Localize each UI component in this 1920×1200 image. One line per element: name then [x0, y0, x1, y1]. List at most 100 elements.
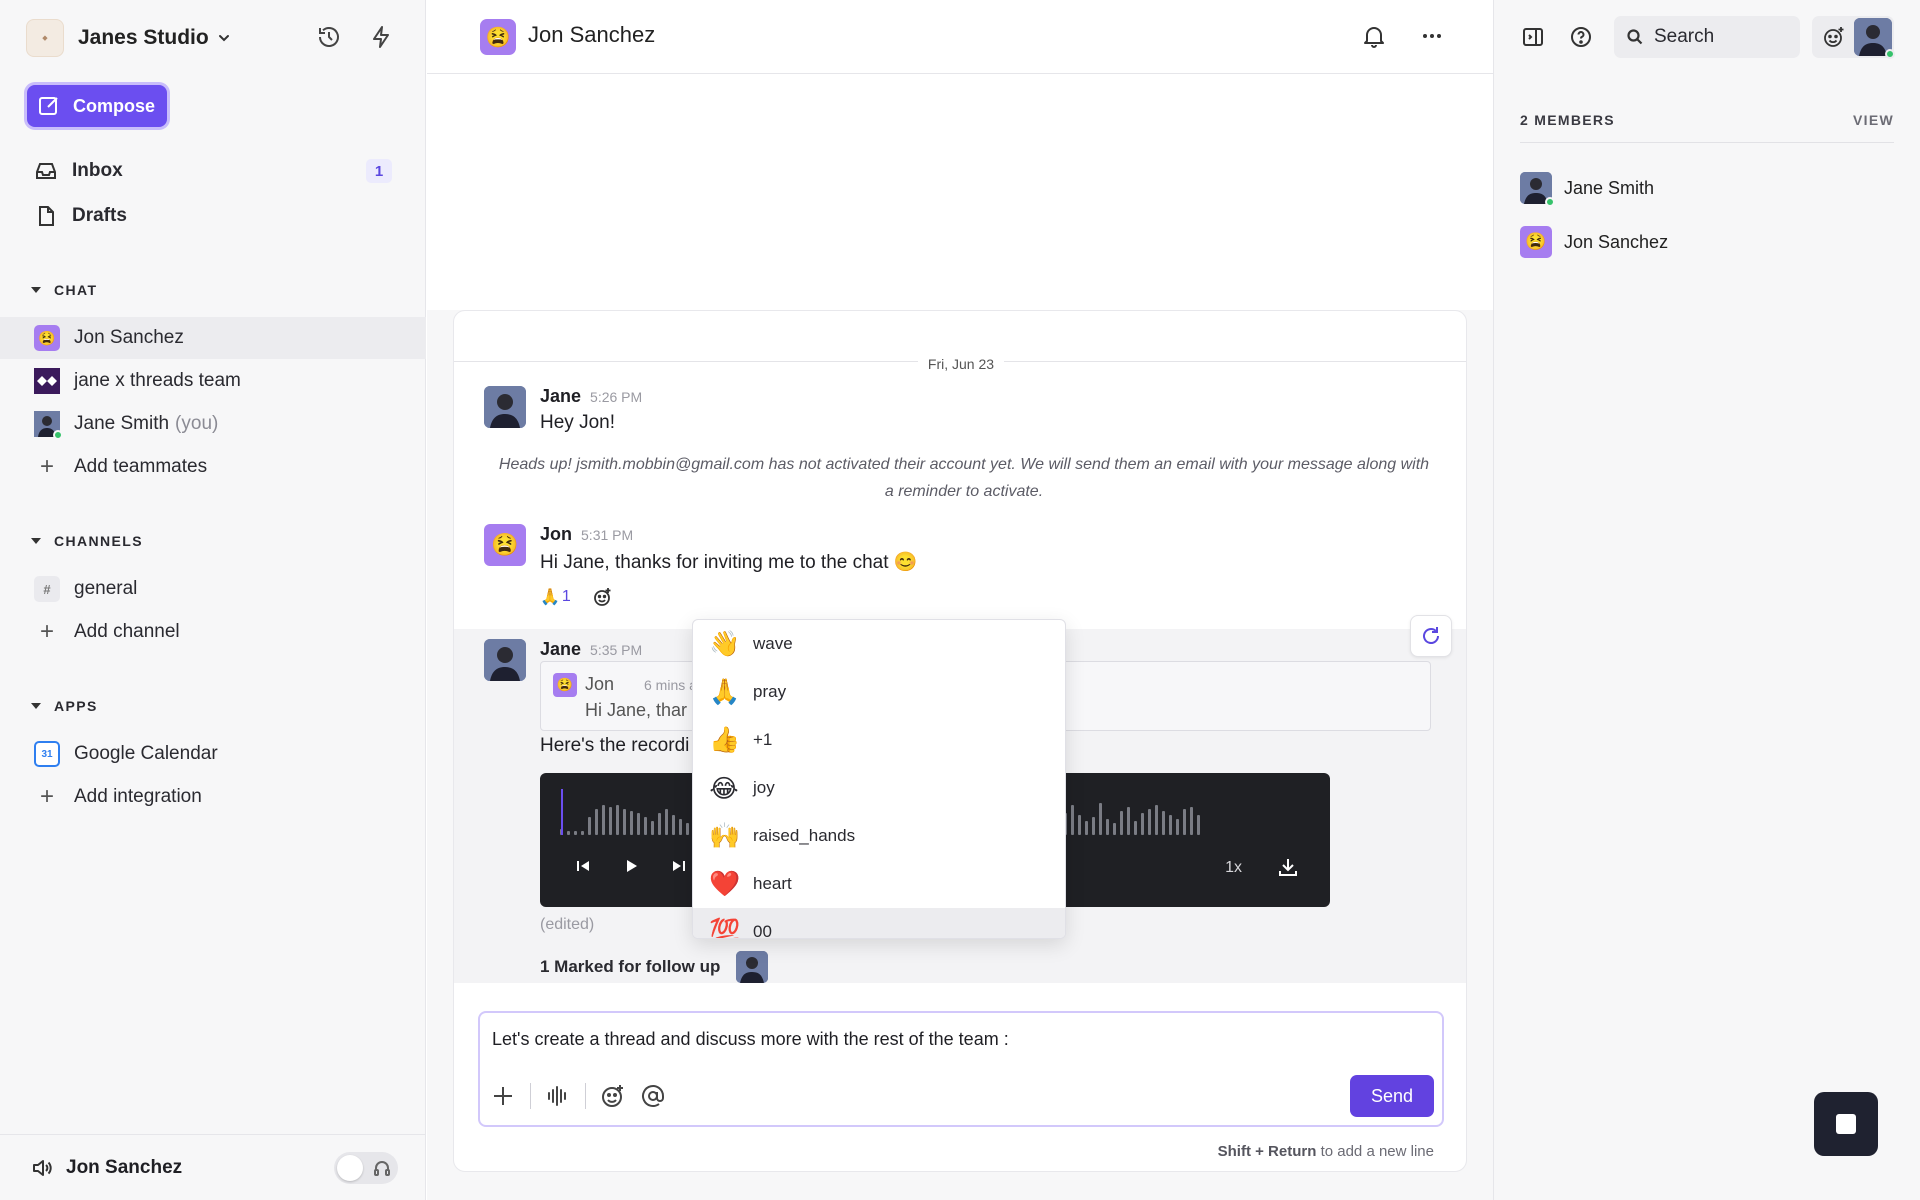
follow-up-indicator[interactable]: 1 Marked for follow up [540, 951, 769, 983]
document-icon [39, 206, 54, 226]
reaction-count: 1 [561, 588, 571, 605]
message-time: 5:35 PM [590, 642, 643, 658]
quote-text: Hi Jane, thar [585, 700, 688, 720]
add-integration-button[interactable]: + Add integration [0, 776, 426, 818]
emoji-option-raised-hands[interactable]: 🙌 raised_hands [693, 812, 1065, 860]
plus-icon: + [39, 783, 54, 810]
apps-section-header[interactable]: APPS [30, 698, 98, 714]
huddle-bar: Jon Sanchez [0, 1134, 426, 1200]
message-text: Hey Jon! [540, 412, 615, 433]
compose-button[interactable]: Compose [27, 85, 167, 127]
emoji-icon[interactable] [600, 1083, 626, 1109]
plus-icon: + [39, 618, 54, 645]
edited-label: (edited) [540, 916, 595, 933]
message-time: 5:31 PM [581, 527, 634, 543]
stop-recording-button[interactable] [1814, 1092, 1878, 1156]
workspace-name: Janes Studio [78, 26, 209, 49]
add-reaction-icon[interactable] [593, 587, 613, 607]
play-icon[interactable] [622, 857, 640, 875]
google-calendar-icon: 31 [34, 741, 60, 767]
channels-section-header[interactable]: CHANNELS [30, 533, 143, 549]
huddle-toggle[interactable] [334, 1151, 398, 1184]
headphones-icon [374, 1160, 390, 1176]
sidebar-item-team-thread[interactable]: jane x threads team [0, 360, 426, 402]
add-teammates-button[interactable]: + Add teammates [0, 446, 426, 488]
message-time: 5:26 PM [590, 389, 643, 405]
inbox-icon [36, 163, 56, 179]
view-members-link[interactable]: VIEW [1853, 112, 1894, 128]
workspace-switcher[interactable]: ◆ Janes Studio [26, 18, 231, 58]
sidebar-item-drafts[interactable]: Drafts [0, 195, 426, 237]
hash-icon: # [34, 576, 60, 602]
sidebar-item-general[interactable]: # general [0, 568, 426, 610]
refresh-icon [1423, 627, 1439, 644]
history-icon[interactable] [314, 22, 344, 52]
search-input[interactable]: Search [1614, 16, 1800, 58]
sidebar-item-google-calendar[interactable]: 31 Google Calendar [0, 733, 426, 775]
add-channel-button[interactable]: + Add channel [0, 611, 426, 653]
search-icon [1627, 29, 1643, 45]
member-jon-sanchez[interactable]: 😫 Jon Sanchez [1520, 226, 1668, 258]
speaker-icon [33, 1159, 52, 1176]
download-icon[interactable] [1276, 855, 1300, 879]
jane-avatar[interactable] [484, 386, 526, 428]
conversation-header: 😫 Jon Sanchez [427, 0, 1493, 74]
help-icon[interactable] [1566, 22, 1596, 52]
jon-avatar: 😫 [34, 325, 60, 351]
member-jane-smith[interactable]: Jane Smith [1520, 172, 1654, 207]
jane-avatar [736, 951, 769, 983]
reaction-emoji: 🙏 [540, 589, 560, 606]
online-indicator [53, 430, 63, 440]
add-emoji-status-icon [1824, 27, 1844, 47]
plus-icon: + [39, 453, 54, 480]
message-composer[interactable]: Let's create a thread and discuss more w… [478, 1011, 1444, 1127]
workspace-logo: ◆ [26, 19, 64, 57]
team-avatar [34, 368, 60, 394]
message-author[interactable]: Jane [540, 386, 581, 407]
date-label: Fri, Jun 23 [917, 356, 1005, 372]
more-options-icon[interactable] [1417, 21, 1447, 51]
send-button[interactable]: Send [1350, 1075, 1434, 1117]
bell-icon[interactable] [1359, 21, 1389, 51]
mention-icon[interactable] [640, 1083, 666, 1109]
conversation-title: Jon Sanchez [528, 22, 656, 47]
chevron-down-icon [218, 35, 229, 42]
quote-author: Jon [585, 674, 615, 694]
emoji-option-wave[interactable]: 👋 wave [693, 620, 1065, 668]
emoji-option-joy[interactable]: 😂 joy [693, 764, 1065, 812]
emoji-option-plus-one[interactable]: 👍 +1 [693, 716, 1065, 764]
emoji-option-pray[interactable]: 🙏 pray [693, 668, 1065, 716]
jane-avatar[interactable] [484, 639, 526, 681]
current-user-avatar[interactable] [1854, 18, 1895, 59]
chat-section-header[interactable]: CHAT [30, 282, 97, 298]
empty-area [427, 74, 1493, 310]
lightning-icon[interactable] [366, 22, 396, 52]
skip-back-icon[interactable] [574, 857, 592, 875]
emoji-option-hundred[interactable]: 💯 00 [693, 908, 1065, 938]
reaction-pill[interactable]: 🙏 1 [540, 587, 571, 607]
online-indicator [1545, 197, 1555, 207]
refresh-button[interactable] [1410, 615, 1452, 657]
caret-down-icon [31, 287, 41, 293]
message-author[interactable]: Jane [540, 639, 581, 660]
sidebar-item-jane-smith[interactable]: Jane Smith (you) [0, 403, 426, 445]
audio-wave-icon[interactable] [545, 1083, 571, 1109]
message-author[interactable]: Jon [540, 524, 572, 545]
plus-icon[interactable] [490, 1083, 516, 1109]
sidebar-item-inbox[interactable]: Inbox 1 [0, 150, 426, 192]
toggle-knob [337, 1154, 363, 1181]
status-button[interactable] [1812, 16, 1895, 59]
composer-input[interactable]: Let's create a thread and discuss more w… [492, 1029, 1009, 1050]
jane-avatar [34, 411, 63, 440]
sidebar-toggle-icon[interactable] [1518, 22, 1548, 52]
emoji-option-heart[interactable]: ❤️ heart [693, 860, 1065, 908]
members-count: 2 MEMBERS [1520, 112, 1615, 128]
compose-icon [39, 97, 58, 115]
skip-forward-icon[interactable] [670, 857, 688, 875]
jon-avatar[interactable]: 😫 [484, 524, 526, 566]
playhead[interactable] [561, 789, 563, 835]
message-text: Here's the recordi [540, 735, 690, 756]
sidebar-item-jon-sanchez[interactable]: 😫 Jon Sanchez [0, 317, 426, 359]
sidebar: ◆ Janes Studio Compose Inbox 1 Drafts CH… [0, 0, 426, 1200]
playback-speed[interactable]: 1x [1225, 859, 1242, 877]
